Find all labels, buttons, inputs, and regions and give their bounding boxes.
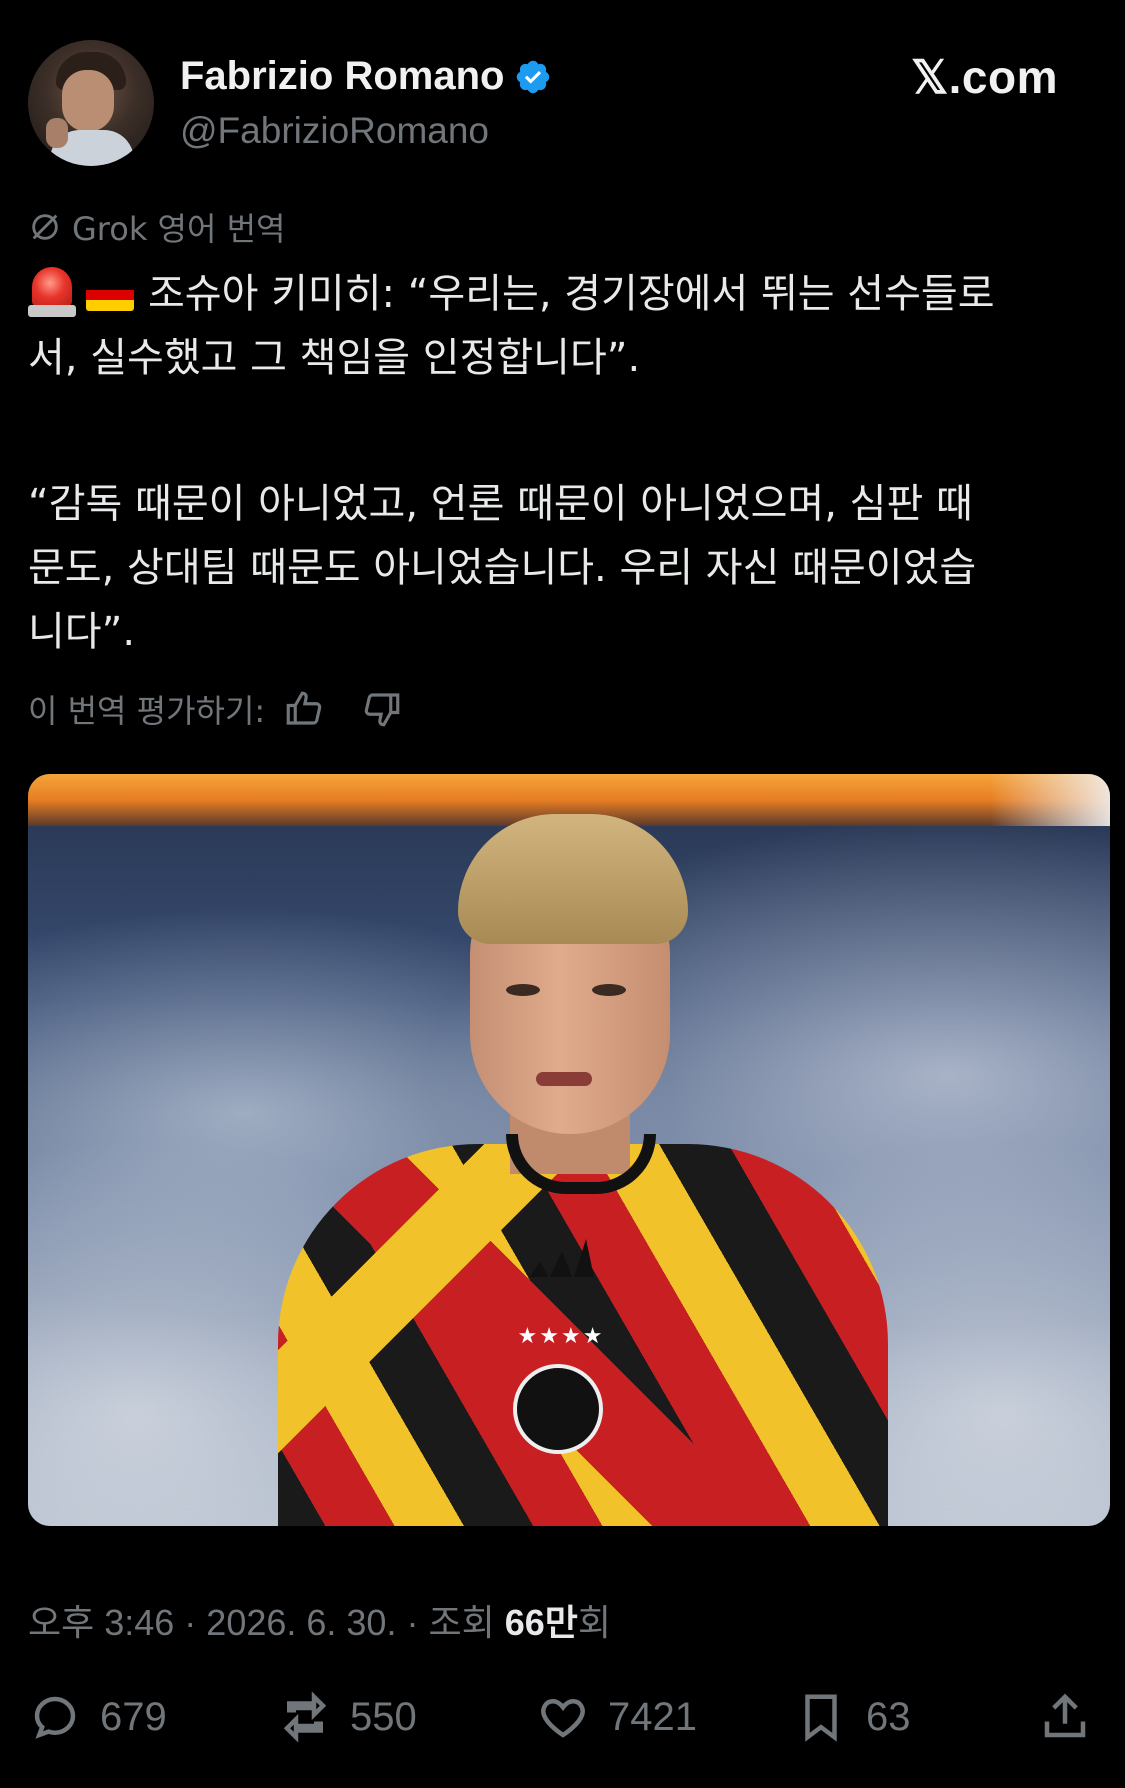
like-button[interactable]: 7421 <box>536 1690 697 1744</box>
like-count: 7421 <box>608 1694 697 1739</box>
germany-flag-emoji <box>86 279 134 311</box>
view-count-suffix: 회 <box>577 1602 611 1643</box>
rate-translation-label: 이 번역 평가하기: <box>28 692 266 730</box>
reply-count: 679 <box>100 1694 167 1739</box>
verified-badge-icon <box>517 60 550 93</box>
post-line-2: 서, 실수했고 그 책임을 인정합니다”. <box>28 335 641 381</box>
post-line-1-text: 조슈아 키미히: “우리는, 경기장에서 뛰는 선수들로 <box>148 271 995 317</box>
bookmark-icon <box>805 1694 837 1742</box>
action-bar: 679 550 7421 63 <box>28 1690 1098 1750</box>
translation-label-text: Grok 영어 번역 <box>72 210 286 248</box>
siren-emoji <box>28 265 76 317</box>
author-handle[interactable]: @FabrizioRomano <box>180 110 489 152</box>
repost-count: 550 <box>350 1694 417 1739</box>
share-button[interactable] <box>1038 1690 1092 1744</box>
reply-icon <box>34 1696 76 1739</box>
view-count: 66만 <box>504 1602 578 1643</box>
reply-button[interactable]: 679 <box>28 1690 167 1744</box>
thumbs-down-icon[interactable] <box>361 688 403 730</box>
share-icon <box>1044 1693 1086 1738</box>
bookmark-button[interactable]: 63 <box>794 1690 911 1744</box>
post-paragraph-2: “감독 때문이 아니었고, 언론 때문이 아니었으며, 심판 때 문도, 상대팀… <box>28 472 1108 664</box>
post-line-1: 조슈아 키미히: “우리는, 경기장에서 뛰는 선수들로 <box>28 262 1108 326</box>
player-photo: ★★★★ <box>28 774 1110 1526</box>
repost-button[interactable]: 550 <box>278 1690 417 1744</box>
post-para2-line-2: 문도, 상대팀 때문도 아니었습니다. 우리 자신 때문이었습 <box>28 545 977 591</box>
author-name-row[interactable]: Fabrizio Romano <box>180 54 552 99</box>
post-text: 조슈아 키미히: “우리는, 경기장에서 뛰는 선수들로 서, 실수했고 그 책… <box>28 262 1108 390</box>
like-icon <box>541 1698 585 1738</box>
grok-icon <box>32 214 58 240</box>
translation-label: Grok 영어 번역 <box>28 204 285 250</box>
repost-icon <box>283 1691 327 1743</box>
post-media-image[interactable]: ★★★★ <box>28 774 1110 1526</box>
bookmark-count: 63 <box>866 1694 911 1739</box>
post-para2-line-3: 니다”. <box>28 609 136 655</box>
thumbs-up-icon[interactable] <box>283 688 325 730</box>
post-meta: 오후 3:46 · 2026. 6. 30. · 조회 66만회 <box>28 1594 611 1646</box>
rate-translation: 이 번역 평가하기: <box>28 686 403 732</box>
author-name[interactable]: Fabrizio Romano <box>180 54 504 99</box>
site-logo: 𝕏.com <box>911 51 1058 103</box>
post-para2-line-1: “감독 때문이 아니었고, 언론 때문이 아니었으며, 심판 때 <box>28 481 973 527</box>
post-timestamp[interactable]: 오후 3:46 · 2026. 6. 30. · 조회 <box>28 1602 505 1643</box>
post-header: Fabrizio Romano @FabrizioRomano 𝕏.com <box>28 40 1098 170</box>
avatar[interactable] <box>28 40 154 166</box>
